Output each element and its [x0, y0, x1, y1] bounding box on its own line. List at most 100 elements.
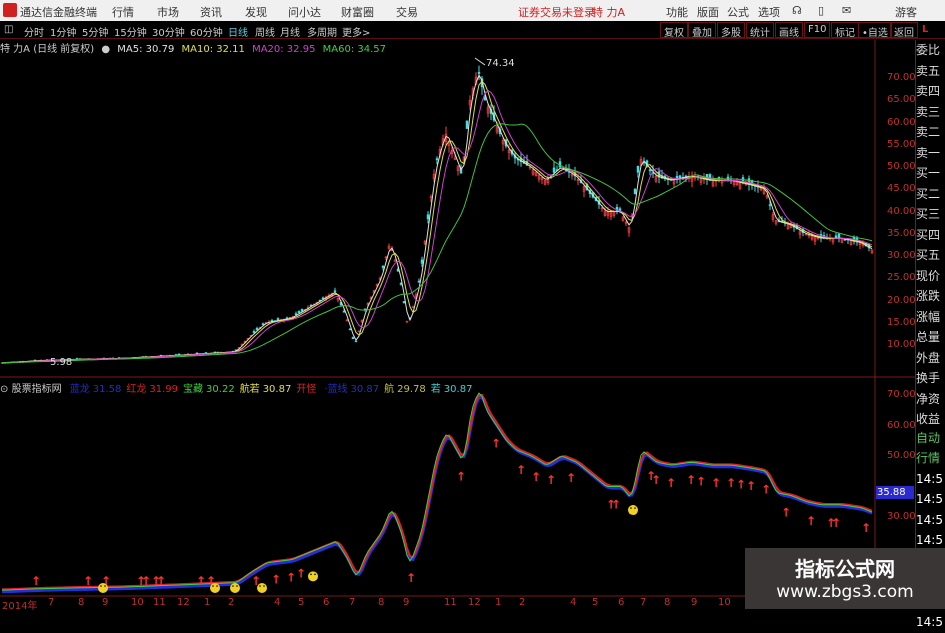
- menu-wealth[interactable]: 财富圈: [341, 4, 374, 20]
- period-tab-active[interactable]: 日线: [228, 24, 248, 39]
- menu-formula[interactable]: 公式: [727, 4, 749, 20]
- price-tick: 25.00: [887, 272, 916, 284]
- phone-icon[interactable]: ▯: [818, 4, 824, 17]
- auto-quote-label[interactable]: 行情: [916, 448, 945, 469]
- buy-arrow-icon: ↑: [196, 574, 206, 588]
- multi-stock-button[interactable]: 多股: [717, 22, 745, 39]
- date-tick: 1: [495, 597, 502, 608]
- indicator-tick: 30.00: [887, 511, 916, 522]
- menu-ask[interactable]: 问小达: [288, 4, 321, 20]
- menu-options[interactable]: 选项: [758, 4, 780, 20]
- candle-body: [255, 328, 259, 331]
- chart-area[interactable]: ↑ ↑ ↑ ↑↑ ↑↑ ↑ ↑ ↑ ↑ ↑ ↑ ↑↑↑↑↑ ↑ ↑↑↑↑↑ ↑ ↑ ↑ ↑ ↑ ↑ ↑ ↑↑↑ ↑↑ ↑: [0, 40, 915, 609]
- smiley-icon: [230, 583, 240, 593]
- period-tab[interactable]: 多周期: [307, 24, 337, 39]
- menu-toggle-icon[interactable]: ◫: [4, 24, 13, 35]
- date-tick: 5: [298, 597, 305, 608]
- auto-quote-label[interactable]: 自动: [916, 428, 945, 449]
- moving-averages: [1, 74, 873, 364]
- period-tab[interactable]: 1分钟: [50, 24, 76, 39]
- period-tab[interactable]: 30分钟: [152, 24, 185, 39]
- menu-news[interactable]: 资讯: [200, 4, 222, 20]
- buy-arrow-icon: ↑: [566, 471, 576, 485]
- service-icon[interactable]: ☊: [792, 4, 802, 17]
- message-icon[interactable]: ✉: [842, 4, 851, 17]
- mark-button[interactable]: 标记: [831, 22, 859, 39]
- watchlist-button[interactable]: •自选: [858, 22, 892, 39]
- buy-arrow-icon: ↑: [831, 516, 841, 530]
- indicator-value: 31.99: [149, 384, 179, 395]
- smiley-icon: [210, 583, 220, 593]
- menu-function[interactable]: 功能: [666, 4, 688, 20]
- buy-arrow-icon: ↑: [31, 574, 41, 588]
- quote-field-label: 委比: [916, 43, 941, 57]
- back-button[interactable]: 返回: [890, 22, 918, 39]
- draw-button[interactable]: 画线: [775, 22, 803, 39]
- quote-field-label: 买三: [916, 207, 941, 221]
- period-tab[interactable]: 分时: [24, 24, 44, 39]
- f10-button[interactable]: F10: [804, 22, 831, 38]
- buy-arrow-icon: ↑: [516, 463, 526, 477]
- tick-time: 14:5: [916, 615, 943, 629]
- quote-field-label: 买五: [916, 248, 941, 262]
- period-tab[interactable]: 周线: [255, 24, 275, 39]
- candle-body: [426, 214, 430, 220]
- blue-dragon-line: [1, 395, 873, 594]
- candle-body: [348, 328, 352, 331]
- buy-arrow-icon: ↑: [611, 498, 621, 512]
- period-tab[interactable]: 月线: [280, 24, 300, 39]
- price-tick: 15.00: [887, 316, 916, 328]
- red-dragon-line: [1, 393, 873, 591]
- stats-button[interactable]: 统计: [746, 22, 774, 39]
- menu-layout[interactable]: 版面: [697, 4, 719, 20]
- adjust-button[interactable]: 复权: [660, 22, 688, 39]
- high-label: 74.34: [486, 58, 515, 69]
- watermark-title: 指标公式网: [795, 557, 895, 581]
- menu-quotes[interactable]: 行情: [112, 4, 134, 20]
- period-tab[interactable]: 60分钟: [190, 24, 223, 39]
- date-tick: 11: [444, 597, 457, 608]
- tick-time: 14:5: [916, 512, 943, 527]
- candle-body: [678, 175, 682, 179]
- indicator-name[interactable]: 股票指标网: [12, 384, 62, 395]
- indicator-tick: 60.00: [887, 419, 916, 431]
- indicator-value: 30.22: [206, 384, 235, 395]
- menu-discover[interactable]: 发现: [245, 4, 267, 20]
- period-tab[interactable]: 5分钟: [82, 24, 108, 39]
- level2-icon[interactable]: L: [922, 24, 928, 35]
- candlesticks: [0, 65, 874, 364]
- buy-arrow-icon: ↑: [711, 476, 721, 490]
- date-tick: 9: [403, 597, 410, 608]
- date-tick: 1: [204, 597, 211, 608]
- candle-body: [261, 323, 265, 325]
- candle-body: [435, 158, 439, 161]
- indicator-tick: 50.00: [887, 450, 916, 461]
- user-label[interactable]: 游客: [895, 4, 917, 20]
- candle-body: [636, 165, 640, 173]
- indicator-value: 29.78: [397, 384, 426, 395]
- date-tick: 5: [592, 597, 599, 608]
- date-tick: 8: [664, 597, 671, 608]
- candle-body: [768, 204, 772, 206]
- candle-body: [465, 120, 469, 129]
- buy-arrow-icon: ↑: [781, 506, 791, 520]
- price-tick: 70.00: [887, 72, 916, 83]
- login-status[interactable]: 证券交易未登录: [518, 4, 595, 20]
- period-tab[interactable]: 更多>: [342, 24, 370, 39]
- toolbar: ◫ 分时 1分钟 5分钟 15分钟 30分钟 60分钟 日线 周线 月线 多周期…: [0, 21, 945, 39]
- smiley-icon: [308, 571, 318, 582]
- period-tab[interactable]: 15分钟: [114, 24, 147, 39]
- price-tick: 60.00: [887, 116, 916, 128]
- quote-field-label: 总量: [916, 330, 941, 344]
- menu-trade[interactable]: 交易: [396, 4, 418, 20]
- menu-market[interactable]: 市场: [157, 4, 179, 20]
- quote-field-label: 卖一: [916, 145, 941, 160]
- quote-field-label: 净资: [916, 391, 941, 406]
- indicator-settings-icon[interactable]: ⊙: [0, 384, 8, 395]
- candle-body: [477, 72, 481, 74]
- date-tick: 2: [228, 597, 235, 608]
- candle-body: [648, 169, 652, 172]
- title-bar: 通达信金融终端 行情 市场 资讯 发现 问小达 财富圈 交易 证券交易未登录 特…: [0, 0, 945, 21]
- date-tick: 6: [323, 597, 330, 608]
- overlay-button[interactable]: 叠加: [688, 22, 716, 39]
